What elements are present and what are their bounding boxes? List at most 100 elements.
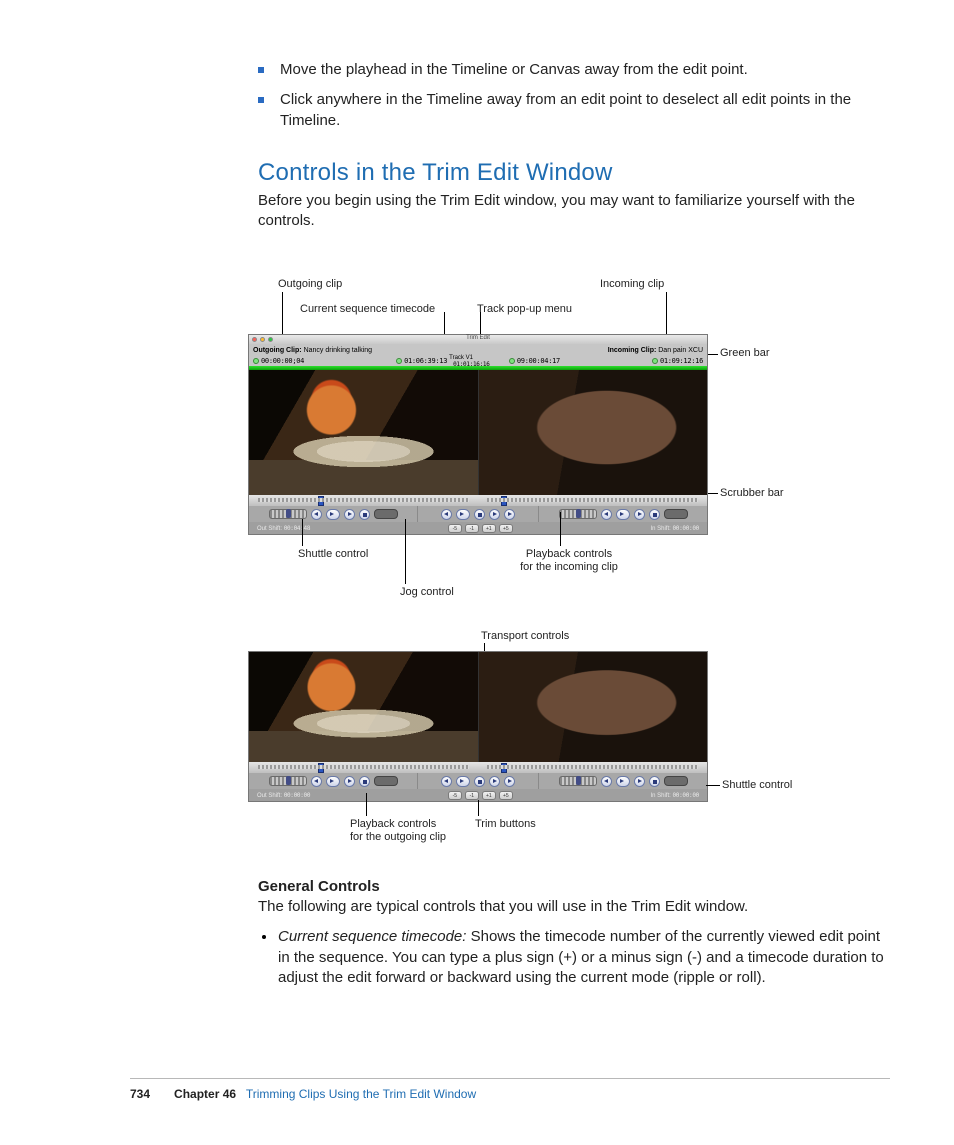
label-playback-outgoing: Playback controlsfor the outgoing clip <box>350 818 480 844</box>
control-row <box>249 773 707 789</box>
incoming-viewer[interactable] <box>479 652 708 762</box>
play-around-button[interactable] <box>456 776 470 787</box>
label-shuttle: Shuttle control <box>722 779 792 792</box>
leader-line <box>706 785 720 786</box>
leader-line <box>366 793 367 816</box>
trim-forward-button[interactable]: +1 <box>482 791 496 800</box>
jog-control[interactable] <box>374 776 398 786</box>
trim-row: Out Shift: 00:04:48 -5 -1 +1 +5 In Shift… <box>249 522 707 534</box>
incoming-clip-label: Incoming Clip: Dan pain XCU <box>608 347 703 354</box>
timecode-row: 00:00:00;04 01:06:39:13 Track V1 01:01:1… <box>249 356 707 366</box>
trim-forward-button[interactable]: +1 <box>482 524 496 533</box>
stop-button[interactable] <box>359 509 370 520</box>
zoom-icon[interactable] <box>268 337 273 342</box>
out-point-timecode[interactable]: 01:06:39:13 <box>396 357 447 365</box>
trim-buttons: -5 -1 +1 +5 <box>448 791 513 800</box>
scrubber-bar[interactable] <box>249 495 707 506</box>
leader-line <box>666 292 667 337</box>
center-timecode: Track V1 01:01:16:16 <box>447 355 509 368</box>
play-button[interactable] <box>344 776 355 787</box>
outgoing-viewer[interactable] <box>249 370 479 495</box>
close-icon[interactable] <box>252 337 257 342</box>
scrubber-bar[interactable] <box>249 762 707 773</box>
stop-button[interactable] <box>649 509 660 520</box>
in-shift-readout: In Shift: 00:00:00 <box>650 525 699 532</box>
sequence-timecode[interactable]: 01:01:16:16 <box>453 361 489 368</box>
label-green-bar: Green bar <box>720 347 770 360</box>
trim-forward-multi-button[interactable]: +5 <box>499 524 513 533</box>
incoming-playback-controls <box>539 506 707 522</box>
chapter-title: Trimming Clips Using the Trim Edit Windo… <box>246 1087 476 1101</box>
trim-back-multi-button[interactable]: -5 <box>448 791 462 800</box>
leader-line <box>478 800 479 816</box>
label-jog: Jog control <box>400 586 454 599</box>
incoming-playback-controls <box>539 773 707 789</box>
jog-control[interactable] <box>664 509 688 519</box>
prev-edit-button[interactable] <box>311 509 322 520</box>
play-inout-button[interactable] <box>616 776 630 787</box>
play-button[interactable] <box>634 509 645 520</box>
label-track-popup: Track pop-up menu <box>477 303 572 316</box>
transport-controls <box>418 506 539 522</box>
shuttle-control[interactable] <box>559 776 597 786</box>
outgoing-playback-controls <box>249 506 418 522</box>
in-point-timecode[interactable]: 09:00:04:17 <box>509 357 560 365</box>
prev-edit-button[interactable] <box>601 776 612 787</box>
incoming-viewer[interactable] <box>479 370 708 495</box>
outgoing-viewer[interactable] <box>249 652 479 762</box>
play-inout-button[interactable] <box>326 776 340 787</box>
track-popup-button[interactable]: Track V1 <box>449 355 473 361</box>
play-button[interactable] <box>344 509 355 520</box>
label-shuttle: Shuttle control <box>298 548 368 561</box>
shuttle-control[interactable] <box>269 776 307 786</box>
section-intro: Before you begin using the Trim Edit win… <box>258 191 888 232</box>
stop-button[interactable] <box>474 509 485 520</box>
stop-button[interactable] <box>474 776 485 787</box>
body-column: Move the playhead in the Timeline or Can… <box>258 60 888 247</box>
shuttle-control[interactable] <box>269 509 307 519</box>
duration-readout: 00:00:00;04 <box>253 357 304 365</box>
trim-forward-multi-button[interactable]: +5 <box>499 791 513 800</box>
minimize-icon[interactable] <box>260 337 265 342</box>
leader-line <box>480 312 481 334</box>
play-inout-button[interactable] <box>326 509 340 520</box>
leader-line <box>560 512 561 546</box>
playhead-icon[interactable] <box>318 763 324 773</box>
play-button[interactable] <box>634 776 645 787</box>
trim-back-multi-button[interactable]: -5 <box>448 524 462 533</box>
prev-edit-button[interactable] <box>441 776 452 787</box>
outgoing-clip-label: Outgoing Clip: Nancy drinking talking <box>253 347 372 354</box>
playhead-icon[interactable] <box>318 496 324 506</box>
prev-edit-button[interactable] <box>441 509 452 520</box>
label-transport: Transport controls <box>481 630 569 643</box>
outgoing-playback-controls <box>249 773 418 789</box>
viewers <box>249 652 707 762</box>
bullet-icon <box>262 935 266 939</box>
trim-back-button[interactable]: -1 <box>465 524 479 533</box>
duration-readout: 01:09:12:16 <box>652 357 703 365</box>
play-button[interactable] <box>489 776 500 787</box>
stop-button[interactable] <box>649 776 660 787</box>
list-item: Click anywhere in the Timeline away from… <box>258 90 888 131</box>
play-inout-button[interactable] <box>616 509 630 520</box>
prev-edit-button[interactable] <box>601 509 612 520</box>
page-footer: 734 Chapter 46 Trimming Clips Using the … <box>130 1078 890 1101</box>
section-heading: Controls in the Trim Edit Window <box>258 159 888 187</box>
play-button[interactable] <box>489 509 500 520</box>
prev-edit-button[interactable] <box>311 776 322 787</box>
label-incoming-clip: Incoming clip <box>600 278 664 291</box>
viewers <box>249 370 707 495</box>
playhead-icon[interactable] <box>501 496 507 506</box>
next-edit-button[interactable] <box>504 509 515 520</box>
jog-control[interactable] <box>374 509 398 519</box>
playhead-icon[interactable] <box>501 763 507 773</box>
next-edit-button[interactable] <box>504 776 515 787</box>
leader-line <box>302 519 303 546</box>
trim-edit-window: Out Shift: 00:00:00 -5 -1 +1 +5 In Shift… <box>248 651 708 802</box>
jog-control[interactable] <box>664 776 688 786</box>
shuttle-control[interactable] <box>559 509 597 519</box>
trim-back-button[interactable]: -1 <box>465 791 479 800</box>
play-around-button[interactable] <box>456 509 470 520</box>
stop-button[interactable] <box>359 776 370 787</box>
bullet-list: Move the playhead in the Timeline or Can… <box>258 60 888 131</box>
